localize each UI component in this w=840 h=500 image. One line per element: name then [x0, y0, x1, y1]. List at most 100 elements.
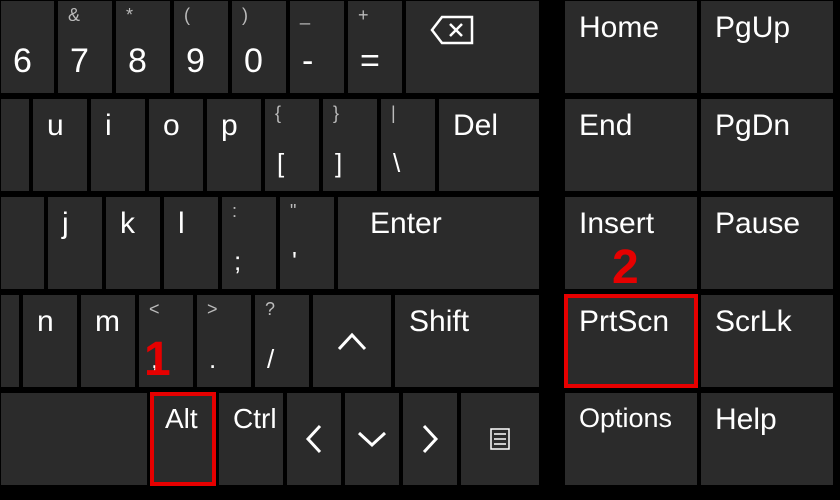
key-m-label: m	[95, 305, 120, 339]
key-arrow-down[interactable]	[344, 392, 400, 486]
key-i[interactable]: i	[90, 98, 146, 192]
key-equals-top: +	[358, 5, 369, 26]
key-slash-main: /	[267, 344, 274, 375]
key-comma-main: ,	[151, 344, 158, 375]
key-7-top: &	[68, 5, 80, 26]
key-k[interactable]: k	[105, 196, 161, 290]
key-8[interactable]: * 8	[115, 0, 171, 94]
key-slash[interactable]: ? /	[254, 294, 310, 388]
key-insert-label: Insert	[579, 207, 654, 241]
key-j[interactable]: j	[47, 196, 103, 290]
key-6-main: 6	[13, 42, 32, 81]
key-pgdn[interactable]: PgDn	[700, 98, 834, 192]
key-scrlk-label: ScrLk	[715, 305, 792, 339]
key-quote-top: "	[290, 201, 296, 222]
key-o-label: o	[163, 109, 180, 143]
key-delete[interactable]: Del	[438, 98, 540, 192]
key-lb-top: {	[275, 103, 281, 124]
key-alt-label: Alt	[165, 403, 198, 435]
key-pgup[interactable]: PgUp	[700, 0, 834, 94]
key-equals-main: =	[360, 42, 380, 81]
key-backspace[interactable]	[405, 0, 540, 94]
key-bs-main: \	[393, 148, 400, 179]
key-end[interactable]: End	[564, 98, 698, 192]
key-0-main: 0	[244, 42, 263, 81]
key-help[interactable]: Help	[700, 392, 834, 486]
key-insert[interactable]: Insert	[564, 196, 698, 290]
key-enter[interactable]: Enter	[337, 196, 540, 290]
key-pause[interactable]: Pause	[700, 196, 834, 290]
key-help-label: Help	[715, 403, 777, 437]
key-minus[interactable]: _ -	[289, 0, 345, 94]
key-semi-top: :	[232, 201, 237, 222]
key-k-label: k	[120, 207, 135, 241]
key-backslash[interactable]: | \	[380, 98, 436, 192]
key-right-bracket[interactable]: } ]	[322, 98, 378, 192]
menu-icon	[490, 428, 510, 450]
key-pause-label: Pause	[715, 207, 800, 241]
key-p[interactable]: p	[206, 98, 262, 192]
key-semicolon[interactable]: : ;	[221, 196, 277, 290]
key-9-top: (	[184, 5, 190, 26]
key-0-top: )	[242, 5, 248, 26]
arrow-up-icon	[335, 331, 369, 351]
key-u-label: u	[47, 109, 64, 143]
backspace-icon	[430, 15, 474, 45]
key-alt[interactable]: Alt	[150, 392, 216, 486]
key-scrlk[interactable]: ScrLk	[700, 294, 834, 388]
key-arrow-left[interactable]	[286, 392, 342, 486]
key-options[interactable]: Options	[564, 392, 698, 486]
key-delete-label: Del	[453, 109, 498, 143]
key-space-partial[interactable]	[0, 392, 148, 486]
arrow-down-icon	[355, 429, 389, 449]
key-9[interactable]: ( 9	[173, 0, 229, 94]
key-period[interactable]: > .	[196, 294, 252, 388]
key-7[interactable]: & 7	[57, 0, 113, 94]
key-quote-main: '	[292, 246, 297, 277]
key-l-label: l	[178, 207, 185, 241]
key-minus-main: -	[302, 42, 313, 81]
arrow-right-icon	[420, 422, 440, 456]
key-enter-label: Enter	[370, 207, 442, 241]
key-prtscn[interactable]: PrtScn	[564, 294, 698, 388]
key-o[interactable]: o	[148, 98, 204, 192]
key-equals[interactable]: + =	[347, 0, 403, 94]
key-quote[interactable]: " '	[279, 196, 335, 290]
key-n[interactable]: n	[22, 294, 78, 388]
key-8-main: 8	[128, 42, 147, 81]
key-left-bracket[interactable]: { [	[264, 98, 320, 192]
key-arrow-up[interactable]	[312, 294, 392, 388]
key-6[interactable]: 6	[0, 0, 55, 94]
key-u[interactable]: u	[32, 98, 88, 192]
key-b-partial[interactable]	[0, 294, 20, 388]
key-options-label: Options	[579, 403, 672, 434]
key-p-label: p	[221, 109, 238, 143]
key-m[interactable]: m	[80, 294, 136, 388]
key-slash-top: ?	[265, 299, 275, 320]
key-rb-top: }	[333, 103, 339, 124]
key-shift[interactable]: Shift	[394, 294, 540, 388]
key-semi-main: ;	[234, 246, 241, 277]
key-y-partial[interactable]	[0, 98, 30, 192]
key-comma-top: <	[149, 299, 160, 320]
key-7-main: 7	[70, 42, 89, 81]
key-home[interactable]: Home	[564, 0, 698, 94]
key-period-top: >	[207, 299, 218, 320]
key-ctrl[interactable]: Ctrl	[218, 392, 284, 486]
key-menu[interactable]	[460, 392, 540, 486]
key-arrow-right[interactable]	[402, 392, 458, 486]
key-lb-main: [	[277, 148, 284, 179]
key-pgup-label: PgUp	[715, 11, 790, 45]
key-comma[interactable]: < ,	[138, 294, 194, 388]
key-shift-label: Shift	[409, 305, 469, 339]
key-ctrl-label: Ctrl	[233, 403, 277, 435]
key-8-top: *	[126, 5, 133, 26]
key-period-main: .	[209, 344, 216, 375]
key-0[interactable]: ) 0	[231, 0, 287, 94]
key-minus-top: _	[300, 5, 310, 26]
key-n-label: n	[37, 305, 54, 339]
key-home-label: Home	[579, 11, 659, 45]
key-h-partial[interactable]	[0, 196, 45, 290]
key-l[interactable]: l	[163, 196, 219, 290]
key-j-label: j	[62, 207, 69, 241]
